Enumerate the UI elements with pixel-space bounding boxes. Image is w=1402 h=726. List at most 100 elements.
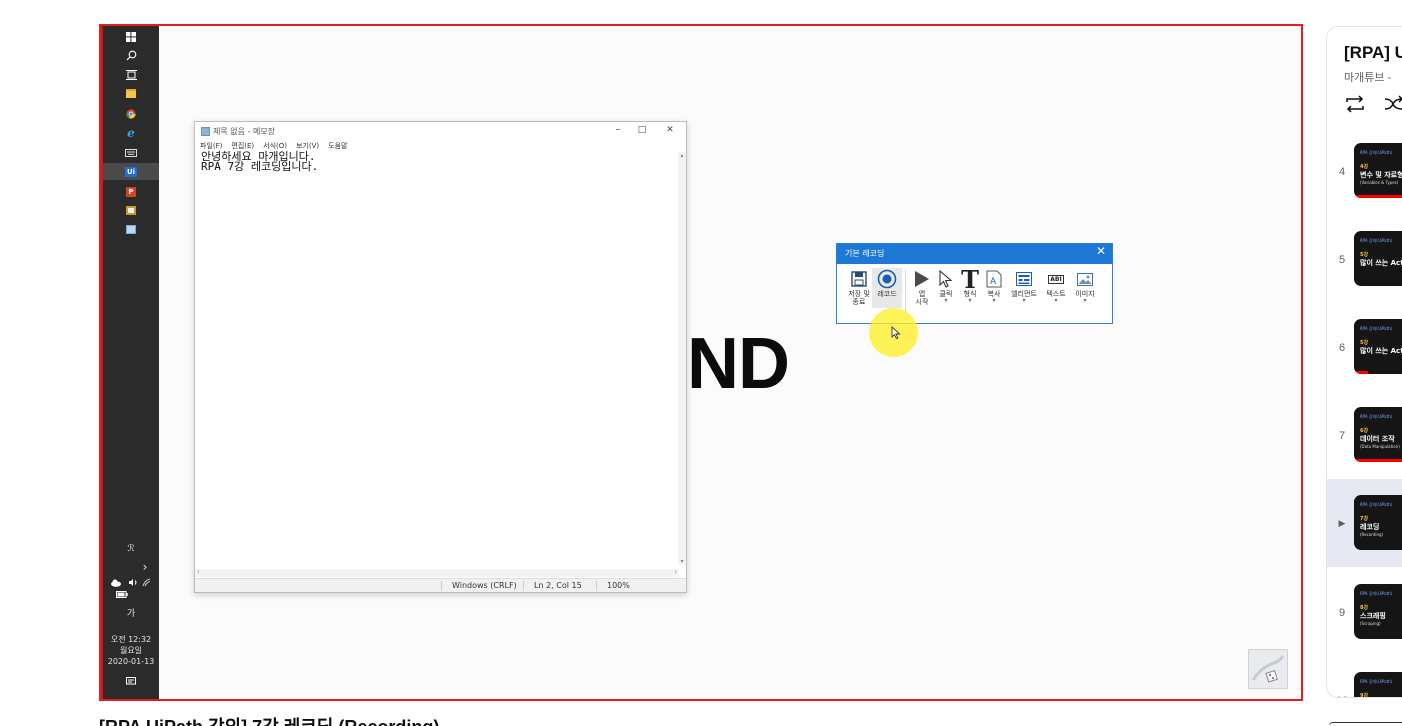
thumbnail-episode: 5강 <box>1360 252 1369 258</box>
thumbnail-episode: 4강 <box>1360 164 1369 170</box>
playlist-item[interactable]: 5 RPA 강의(UiPath) 5강 많이 쓰는 Acti <box>1327 215 1402 303</box>
playlist-item-thumbnail[interactable]: RPA 강의(UiPath) 8강 스크래핑 (Scraping) <box>1354 584 1402 639</box>
copy-text-icon: A <box>979 268 1009 290</box>
video-player[interactable]: e Ui P ℛ › 가 오전 12:32 월요일 2020-01-13 ND … <box>99 24 1303 701</box>
playlist-item[interactable]: 9 RPA 강의(UiPath) 8강 스크래핑 (Scraping) <box>1327 568 1402 656</box>
playlist-panel: [RPA] U 마개튜브 - 4 RPA 강의(UiPath) 4강 변수 및 자료형… <box>1326 26 1402 698</box>
text-button[interactable]: ABI 텍스트 ▾ <box>1041 268 1071 304</box>
copy-button[interactable]: A 복사 ▾ <box>979 268 1009 304</box>
clock-date: 2020-01-13 <box>107 657 155 666</box>
notepad-window[interactable]: 제목 없음 - 메모장 – □ ✕ 파일(F) 편집(E) 서식(O) 보기(V… <box>194 121 687 593</box>
tray-icons-row[interactable] <box>103 578 159 591</box>
playlist-item-index: ▶ <box>1338 518 1346 528</box>
svg-text:A: A <box>990 277 997 287</box>
thumbnail-subtitle: (Variables & Types) <box>1360 180 1399 185</box>
video-title: [RPA UiPath 강의] 7강 레코딩 (Recording) <box>99 713 439 726</box>
battery-icon[interactable] <box>103 591 159 602</box>
playlist-item[interactable]: 6 RPA 강의(UiPath) 5강 많이 쓰는 Acti <box>1327 303 1402 391</box>
internet-explorer-icon[interactable]: e <box>120 125 142 140</box>
save-and-exit-label: 저장 및 종료 <box>848 290 870 306</box>
element-button[interactable]: 엘리먼트 ▾ <box>1009 268 1039 304</box>
scroll-right-arrow-icon[interactable]: › <box>674 568 677 576</box>
image-button[interactable]: 이미지 ▾ <box>1070 268 1100 304</box>
loop-playlist-icon[interactable] <box>1344 94 1366 114</box>
shuffle-playlist-icon[interactable] <box>1383 94 1402 114</box>
text-dropdown-arrow-icon[interactable]: ▾ <box>1041 298 1071 304</box>
save-icon <box>844 268 874 290</box>
keyboard-icon[interactable] <box>120 145 142 160</box>
notepad-title: 제목 없음 - 메모장 <box>213 127 276 136</box>
playlist-title[interactable]: [RPA] U <box>1344 43 1402 63</box>
status-zoom: 100% <box>596 581 630 591</box>
watch-progress-bar <box>1354 195 1402 198</box>
thumbnail-series-label: RPA 강의(UiPath) <box>1360 679 1393 684</box>
action-center-icon[interactable] <box>103 677 159 690</box>
thumbnail-series-label: RPA 강의(UiPath) <box>1360 591 1393 596</box>
playlist-subtitle[interactable]: 마개튜브 - <box>1344 69 1391 85</box>
playlist-item-index: 9 <box>1338 607 1346 619</box>
element-dropdown-arrow-icon[interactable]: ▾ <box>1009 298 1039 304</box>
text-icon: ABI <box>1041 268 1071 290</box>
menu-help[interactable]: 도움말 <box>328 141 347 151</box>
vertical-scrollbar[interactable]: ▴ ▾ <box>678 152 686 565</box>
notepad-text-area[interactable]: 안녕하세요 마개입니다. RPA 7강 레코딩입니다. <box>201 151 318 172</box>
thumbnail-title: 변수 및 자료형 <box>1360 171 1402 179</box>
uipath-glyph: Ui <box>124 166 138 177</box>
playlist-item-thumbnail[interactable]: RPA 강의(UiPath)9강셀렉터 <box>1354 672 1402 698</box>
playlist-item-index: 6 <box>1338 342 1346 354</box>
person-tray-icon[interactable]: ℛ <box>103 544 159 555</box>
notepad-statusbar: Windows (CRLF) Ln 2, Col 15 100% <box>195 578 686 592</box>
scroll-down-arrow-icon[interactable]: ▾ <box>678 558 686 565</box>
show-hidden-icons-chevron[interactable]: › <box>103 561 159 573</box>
recording-toolbar[interactable]: 기본 레코딩 ✕ 저장 및 종료 레코드 앱 시작 클릭 ▾ T 형식 ▾ A … <box>836 243 1113 324</box>
playlist-item[interactable]: ▶ RPA 강의(UiPath) 7강 레코딩 (Recording) <box>1327 479 1402 567</box>
playlist-item[interactable]: 10RPA 강의(UiPath)9강셀렉터 <box>1327 656 1402 698</box>
recording-toolbar-title: 기본 레코딩 <box>845 249 885 258</box>
clock-time[interactable]: 오전 12:32 <box>103 634 159 645</box>
scroll-left-arrow-icon[interactable]: ‹ <box>197 568 200 576</box>
recording-toolbar-titlebar: 기본 레코딩 ✕ <box>837 244 1112 264</box>
record-button[interactable]: 레코드 <box>872 268 902 308</box>
scroll-up-arrow-icon[interactable]: ▴ <box>678 152 686 159</box>
thumbnail-subtitle: (Data Manipulation) <box>1360 444 1400 449</box>
powerpoint-icon[interactable]: P <box>120 184 142 199</box>
windows-start-icon[interactable] <box>120 29 142 44</box>
maximize-button[interactable]: □ <box>634 125 650 135</box>
notepad-icon[interactable] <box>120 222 142 237</box>
file-explorer-icon[interactable] <box>120 86 142 101</box>
search-icon[interactable] <box>120 48 142 63</box>
horizontal-scrollbar[interactable]: ‹ › <box>195 568 679 577</box>
thumbnail-series-label: RPA 강의(UiPath) <box>1360 414 1393 419</box>
playlist-item-thumbnail[interactable]: RPA 강의(UiPath) 6강 데이터 조작 (Data Manipulation… <box>1354 407 1402 462</box>
copy-dropdown-arrow-icon[interactable]: ▾ <box>979 298 1009 304</box>
toolbar-separator <box>905 270 906 314</box>
photo-app-icon[interactable] <box>120 203 142 218</box>
thumbnail-title: 레코딩 <box>1360 523 1380 531</box>
uipath-icon[interactable]: Ui <box>103 163 159 180</box>
close-button[interactable]: ✕ <box>662 125 678 135</box>
playlist-item[interactable]: 7 RPA 강의(UiPath) 6강 데이터 조작 (Data Manipulatio… <box>1327 391 1402 479</box>
minimize-button[interactable]: – <box>610 124 626 135</box>
save-and-exit-button[interactable]: 저장 및 종료 <box>844 268 874 306</box>
thumbnail-subtitle: (Recording) <box>1360 532 1384 537</box>
chrome-icon[interactable] <box>120 106 142 121</box>
playlist-item-thumbnail[interactable]: RPA 강의(UiPath) 5강 많이 쓰는 Acti <box>1354 319 1402 374</box>
youtube-watch-page: e Ui P ℛ › 가 오전 12:32 월요일 2020-01-13 ND … <box>0 0 1402 726</box>
playlist-item-thumbnail[interactable]: RPA 강의(UiPath) 4강 변수 및 자료형 (Variables & Typ… <box>1354 143 1402 198</box>
thumbnail-series-label: RPA 강의(UiPath) <box>1360 326 1393 331</box>
ime-indicator[interactable]: 가 <box>103 609 159 620</box>
task-view-icon[interactable] <box>120 67 142 82</box>
playlist-item-index: 4 <box>1338 166 1346 178</box>
playlist-item-index: 7 <box>1338 430 1346 442</box>
thumbnail-episode: 6강 <box>1360 428 1369 434</box>
recording-close-button[interactable]: ✕ <box>1096 244 1106 258</box>
text-icon-glyph: ABI <box>1048 274 1064 284</box>
playlist-item-thumbnail[interactable]: RPA 강의(UiPath) 7강 레코딩 (Recording) <box>1354 495 1402 550</box>
thumbnail-title: 데이터 조작 <box>1360 435 1395 443</box>
image-dropdown-arrow-icon[interactable]: ▾ <box>1070 298 1100 304</box>
playlist-item[interactable]: 4 RPA 강의(UiPath) 4강 변수 및 자료형 (Variables & Ty… <box>1327 127 1402 215</box>
channel-watermark[interactable] <box>1248 649 1288 689</box>
thumbnail-episode: 9강 <box>1360 693 1369 698</box>
record-label: 레코드 <box>877 290 897 298</box>
playlist-item-thumbnail[interactable]: RPA 강의(UiPath) 5강 많이 쓰는 Acti <box>1354 231 1402 286</box>
